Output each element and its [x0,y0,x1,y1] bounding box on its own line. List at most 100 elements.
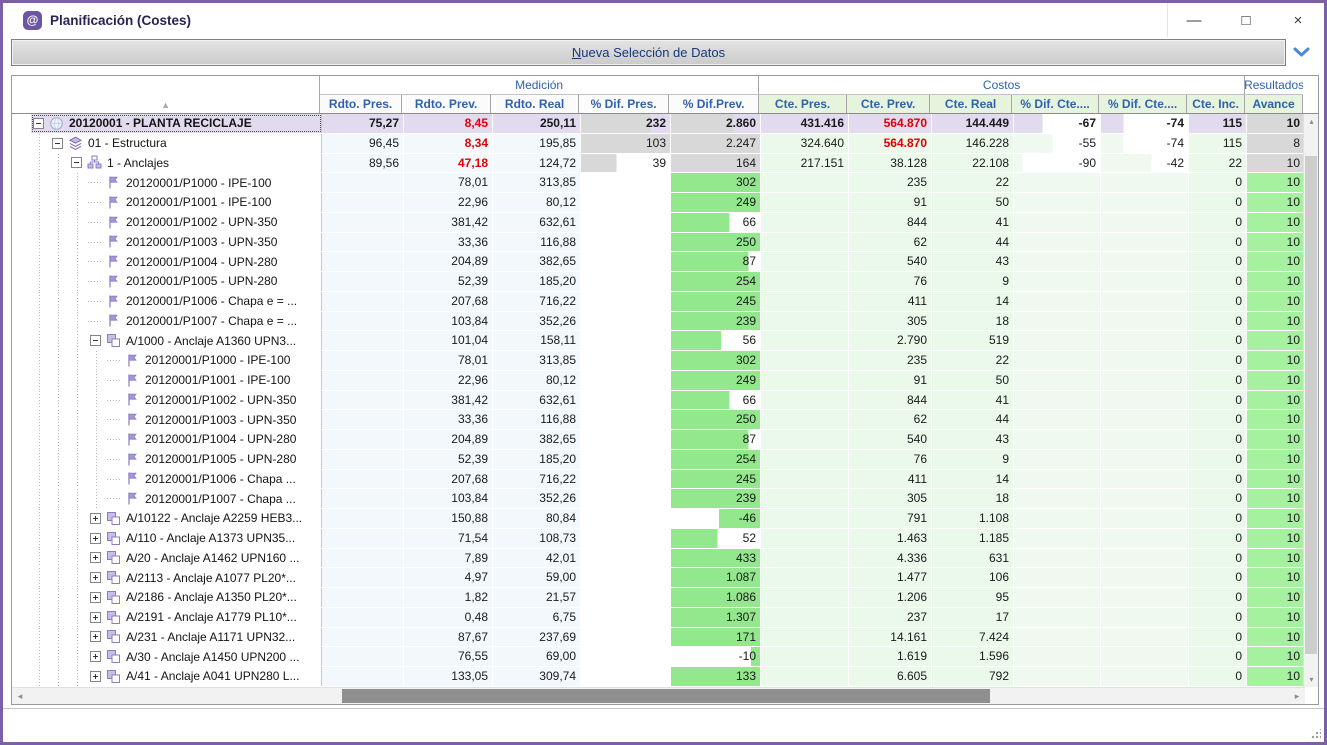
cell-av[interactable]: 8 [1247,134,1305,153]
cell-cp[interactable] [761,391,849,410]
cell-cp[interactable] [761,371,849,390]
cell-ci[interactable]: 0 [1189,529,1247,548]
cell-ci[interactable]: 0 [1189,608,1247,627]
cell-ci[interactable]: 0 [1189,193,1247,212]
tree-cell[interactable]: 20120001/P1001 - IPE-100 [31,371,322,390]
cell-dv[interactable]: 302 [671,173,761,192]
tree-row[interactable]: 20120001/P1006 - Chapa e = ...207,68716,… [12,292,1305,312]
cell-dp[interactable] [581,252,671,271]
cell-dp[interactable]: 232 [581,114,671,133]
cell-dv[interactable]: 1.087 [671,568,761,587]
cell-cr[interactable]: 9 [932,272,1014,291]
cell-av[interactable]: 10 [1247,173,1305,192]
cell-cv[interactable]: 38.128 [849,154,932,173]
cell-dp[interactable] [581,331,671,350]
cell-rr[interactable]: 195,85 [493,134,581,153]
cell-cp[interactable] [761,410,849,429]
scroll-up-arrow[interactable]: ▴ [1304,114,1319,129]
cell-rv[interactable]: 0,48 [404,608,493,627]
tree-cell[interactable]: 20120001/P1007 - Chapa e = ... [31,312,322,331]
cell-dv[interactable]: 239 [671,489,761,508]
cell-cv[interactable]: 564.870 [849,114,932,133]
tree-cell[interactable]: 20120001/P1002 - UPN-350 [31,391,322,410]
tree-cell[interactable]: 20120001/P1005 - UPN-280 [31,272,322,291]
cell-ci[interactable]: 0 [1189,667,1247,686]
close-button[interactable]: × [1272,3,1324,37]
cell-dv[interactable]: 87 [671,252,761,271]
tree-row[interactable]: 20120001/P1002 - UPN-350381,42632,616684… [12,391,1305,411]
cell-rv[interactable]: 101,04 [404,331,493,350]
cell-rp[interactable] [322,588,404,607]
tree-cell[interactable]: 20120001/P1006 - Chapa ... [31,470,322,489]
cell-ci[interactable]: 0 [1189,588,1247,607]
cell-d2[interactable] [1101,193,1189,212]
cell-cv[interactable]: 844 [849,213,932,232]
cell-av[interactable]: 10 [1247,628,1305,647]
tree-row[interactable]: A/2113 - Anclaje A1077 PL20*...4,9759,00… [12,568,1305,588]
cell-ci[interactable]: 0 [1189,450,1247,469]
cell-rp[interactable] [322,647,404,666]
cell-rr[interactable]: 80,12 [493,371,581,390]
cell-d2[interactable] [1101,173,1189,192]
cell-cv[interactable]: 62 [849,233,932,252]
cell-rv[interactable]: 78,01 [404,351,493,370]
cell-cv[interactable]: 1.206 [849,588,932,607]
tree-row[interactable]: A/10122 - Anclaje A2259 HEB3...150,8880,… [12,509,1305,529]
scroll-right-arrow[interactable]: ▸ [1289,688,1305,704]
tree-cell[interactable]: 20120001/P1006 - Chapa e = ... [31,292,322,311]
cell-ci[interactable]: 115 [1189,114,1247,133]
cell-dp[interactable] [581,272,671,291]
tree-row[interactable]: A/1000 - Anclaje A1360 UPN3...101,04158,… [12,331,1305,351]
cell-dv[interactable]: 87 [671,430,761,449]
cell-cp[interactable] [761,568,849,587]
cell-cp[interactable] [761,628,849,647]
cell-cp[interactable] [761,213,849,232]
cell-av[interactable]: 10 [1247,509,1305,528]
cell-cr[interactable]: 1.596 [932,647,1014,666]
cell-rv[interactable]: 381,42 [404,213,493,232]
cell-dp[interactable]: 39 [581,154,671,173]
cell-av[interactable]: 10 [1247,312,1305,331]
cell-dp[interactable] [581,430,671,449]
cell-cr[interactable]: 17 [932,608,1014,627]
cell-rp[interactable] [322,272,404,291]
cell-rp[interactable] [322,331,404,350]
tree-row[interactable]: A/110 - Anclaje A1373 UPN35...71,54108,7… [12,529,1305,549]
cell-cr[interactable]: 43 [932,430,1014,449]
cell-d1[interactable] [1014,233,1101,252]
cell-rr[interactable]: 108,73 [493,529,581,548]
tree-cell[interactable]: 20120001/P1003 - UPN-350 [31,233,322,252]
collapse-icon[interactable] [90,335,101,346]
cell-cr[interactable]: 22 [932,173,1014,192]
cell-av[interactable]: 10 [1247,391,1305,410]
cell-cp[interactable] [761,667,849,686]
cell-dv[interactable]: 2.860 [671,114,761,133]
cell-rp[interactable] [322,430,404,449]
cell-rr[interactable]: 716,22 [493,292,581,311]
tree-row[interactable]: 20120001/P1000 - IPE-10078,01313,8530223… [12,351,1305,371]
cell-dp[interactable] [581,312,671,331]
cell-cp[interactable] [761,233,849,252]
cell-ci[interactable]: 0 [1189,312,1247,331]
cell-rr[interactable]: 382,65 [493,430,581,449]
cell-ci[interactable]: 0 [1189,252,1247,271]
tree-row[interactable]: A/2186 - Anclaje A1350 PL20*...1,8221,57… [12,588,1305,608]
cell-cr[interactable]: 1.108 [932,509,1014,528]
cell-dv[interactable]: 254 [671,272,761,291]
cell-rv[interactable]: 103,84 [404,312,493,331]
cell-dv[interactable]: 66 [671,391,761,410]
cell-dp[interactable] [581,193,671,212]
cell-av[interactable]: 10 [1247,371,1305,390]
cell-rv[interactable]: 204,89 [404,430,493,449]
cell-d1[interactable] [1014,628,1101,647]
cell-d1[interactable] [1014,272,1101,291]
cell-cp[interactable] [761,331,849,350]
cell-av[interactable]: 10 [1247,292,1305,311]
cell-cv[interactable]: 62 [849,410,932,429]
cell-d2[interactable] [1101,529,1189,548]
cell-dp[interactable] [581,647,671,666]
cell-dp[interactable] [581,549,671,568]
cell-rv[interactable]: 1,82 [404,588,493,607]
tree-column-header[interactable]: ▲ [12,76,320,113]
cell-rr[interactable]: 80,12 [493,193,581,212]
